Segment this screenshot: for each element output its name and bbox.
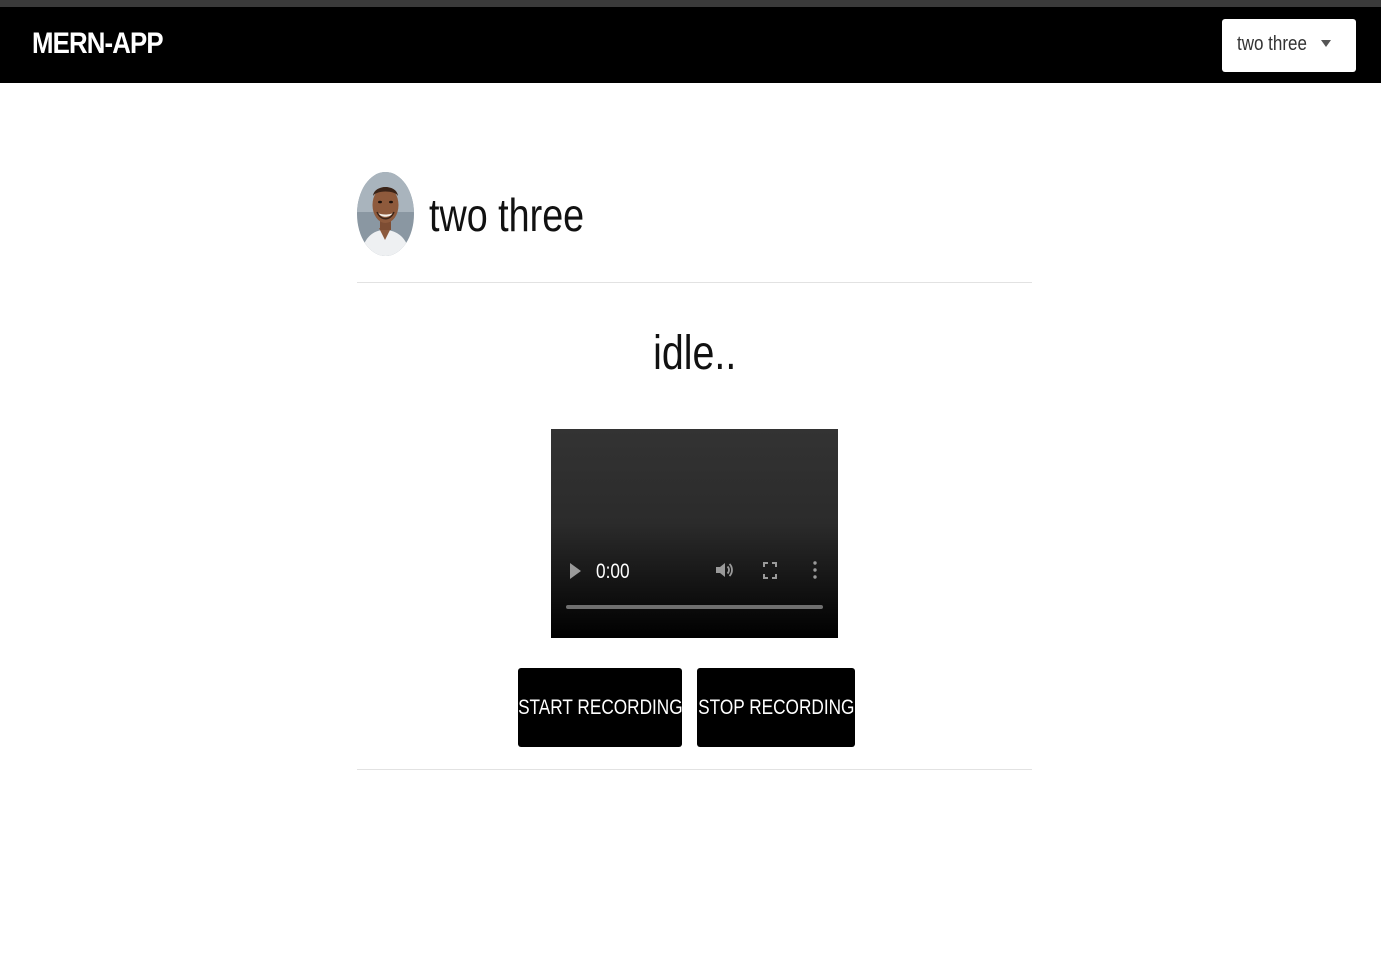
- stop-recording-button[interactable]: STOP RECORDING: [697, 668, 855, 747]
- recording-status: idle..: [357, 326, 1032, 381]
- play-icon[interactable]: [570, 563, 581, 579]
- recording-status-text: idle..: [652, 327, 737, 380]
- stop-recording-label: STOP RECORDING: [697, 695, 855, 719]
- start-recording-button[interactable]: START RECORDING: [518, 668, 682, 747]
- volume-icon[interactable]: [714, 560, 734, 580]
- section-divider: [357, 769, 1032, 770]
- player-time: 0:00: [596, 560, 630, 583]
- video-player[interactable]: 0:00: [551, 429, 838, 638]
- profile-header: two three: [357, 172, 1032, 283]
- avatar: [357, 172, 414, 256]
- chevron-down-icon: [1321, 40, 1331, 47]
- profile-name: two three: [429, 189, 585, 241]
- progress-bar[interactable]: [566, 605, 823, 609]
- fullscreen-icon[interactable]: [763, 562, 777, 579]
- user-menu-label: two three: [1237, 33, 1307, 55]
- start-recording-label: START RECORDING: [517, 695, 683, 719]
- navbar: MERN-APP two three: [0, 7, 1381, 83]
- browser-top-strip: [0, 0, 1381, 7]
- avatar-image: [357, 172, 414, 256]
- more-icon[interactable]: [813, 561, 817, 579]
- brand-logo[interactable]: MERN-APP: [32, 27, 164, 61]
- user-menu-dropdown[interactable]: two three: [1222, 19, 1356, 72]
